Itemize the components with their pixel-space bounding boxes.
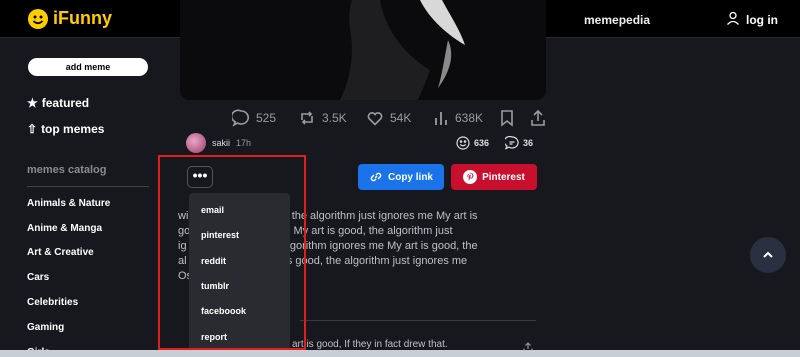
meme-artwork (180, 0, 546, 100)
copy-link-button[interactable]: Copy link (358, 164, 444, 190)
divider (300, 320, 536, 321)
share-button[interactable] (530, 109, 546, 127)
chart-icon (435, 112, 447, 125)
user-icon (726, 11, 740, 28)
up-arrow-icon: ⇧ (27, 122, 38, 136)
author-name[interactable]: sakii (212, 138, 230, 148)
comments-count: 525 (256, 111, 277, 125)
logo-text: iFunny (53, 8, 112, 28)
repost-count: 3.5K (322, 111, 347, 125)
catalog-title: memes catalog (27, 164, 107, 176)
post-time: 17h (236, 138, 252, 148)
smiley-logo-icon (28, 8, 48, 29)
comment-text: art is good, If they in fact drew that. (292, 339, 448, 350)
chevron-up-icon (763, 251, 773, 258)
memepedia-link[interactable]: memepedia (584, 13, 650, 27)
login-button[interactable]: log in (726, 11, 778, 28)
category-item[interactable]: Celebrities (27, 297, 78, 308)
repost-stat[interactable]: 3.5K (298, 109, 347, 127)
nav-top-memes-label: top memes (41, 122, 105, 136)
more-options-button[interactable]: ••• (187, 166, 213, 188)
replies-count: 36 (523, 138, 534, 148)
menu-item-reddit[interactable]: reddit (201, 256, 226, 266)
pinterest-button[interactable]: Pinterest (451, 164, 537, 190)
add-meme-button[interactable]: add meme (28, 58, 148, 76)
bookmark-button[interactable] (500, 109, 514, 127)
menu-item-pinterest[interactable]: pinterest (201, 230, 239, 240)
link-icon (370, 172, 382, 182)
category-item[interactable]: Animals & Nature (27, 198, 110, 209)
author-row[interactable]: sakii 17h (186, 133, 251, 153)
reactions-count: 636 (474, 138, 490, 148)
menu-item-email[interactable]: email (201, 205, 224, 215)
likes-stat[interactable]: 54K (366, 109, 411, 127)
nav-top-memes[interactable]: ⇧ top memes (27, 122, 104, 136)
replies-stat[interactable]: 36 (505, 136, 533, 150)
category-item[interactable]: Cars (27, 272, 49, 283)
menu-item-tumblr[interactable]: tumblr (201, 281, 229, 291)
pinterest-label: Pinterest (482, 171, 525, 183)
menu-item-facebook[interactable]: faceboook (201, 306, 246, 316)
pinterest-icon (463, 170, 478, 184)
comment-icon (505, 136, 519, 150)
heart-icon (367, 112, 383, 126)
comment-icon (232, 109, 250, 127)
views-stat: 638K (433, 109, 483, 127)
avatar[interactable] (186, 133, 206, 153)
bottom-edge-bar (0, 350, 800, 357)
sidebar: add meme ★ featured ⇧ top memes memes ca… (0, 39, 170, 357)
post-stats: 525 3.5K 54K 638K (180, 109, 550, 129)
login-label: log in (746, 12, 778, 27)
bookmark-icon (501, 110, 513, 127)
repost-icon (301, 111, 313, 125)
share-dropdown-menu: email pinterest reddit tumblr faceboook … (189, 193, 290, 357)
category-item[interactable]: Anime & Manga (27, 223, 102, 234)
menu-item-report[interactable]: report (201, 332, 227, 342)
smiley-icon (456, 136, 470, 150)
star-icon: ★ (27, 96, 38, 110)
reactions-stat[interactable]: 636 (456, 136, 489, 150)
share-icon (531, 109, 545, 126)
category-item[interactable]: Art & Creative (27, 247, 94, 258)
nav-featured[interactable]: ★ featured (27, 96, 89, 110)
likes-count: 54K (390, 111, 412, 125)
logo[interactable]: iFunny (28, 8, 112, 29)
nav-featured-label: featured (41, 96, 90, 110)
copy-link-label: Copy link (387, 171, 433, 183)
meme-image[interactable] (180, 0, 546, 100)
scroll-to-top-button[interactable] (750, 237, 786, 273)
views-count: 638K (455, 111, 484, 125)
category-item[interactable]: Gaming (27, 322, 64, 333)
divider (27, 186, 149, 187)
comments-stat[interactable]: 525 (232, 109, 276, 127)
